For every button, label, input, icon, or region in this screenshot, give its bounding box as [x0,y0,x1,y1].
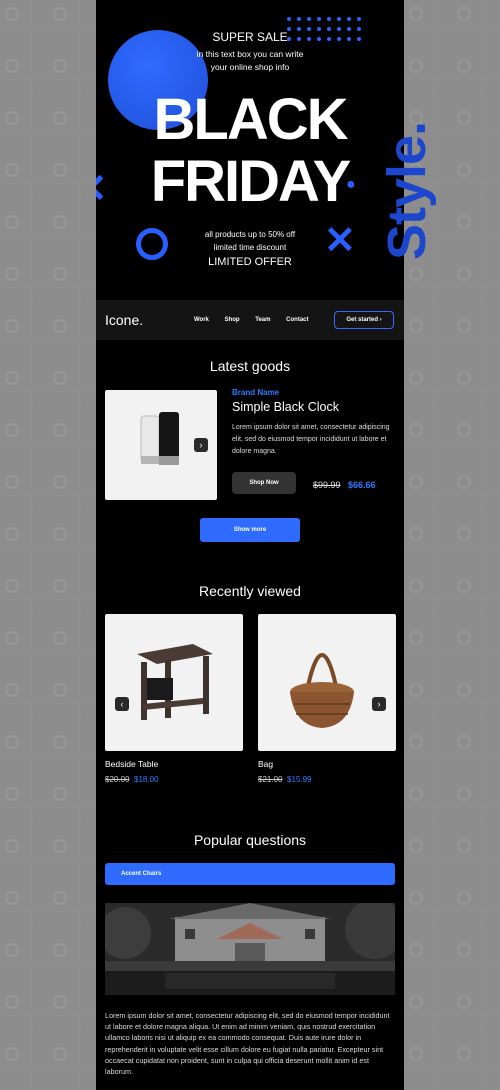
show-more-button[interactable]: Show more [200,518,300,542]
shop-info-line: in this text box you can write [196,49,304,59]
latest-goods-title: Latest goods [209,358,291,374]
shop-now-button[interactable]: Shop Now [232,472,296,494]
faq-answer-text: Lorem ipsum dolor sit amet, consectetur … [105,1011,390,1077]
basket-illustration [290,653,354,728]
shop-info-line: your online shop info [210,62,290,72]
nav-link-shop[interactable]: Shop [225,317,240,323]
headline-friday: FRIDAY [150,149,352,214]
accordion-header-accent-chairs[interactable]: Accent Chairs [105,863,395,885]
recent-item-old-price: $20.00 [105,775,130,784]
offer-line: limited time discount [213,243,287,252]
nav-link-contact[interactable]: Contact [286,317,308,323]
old-price: $99.99 [313,480,341,490]
house-photo [105,903,395,995]
new-price: $66.66 [348,480,376,490]
product-name: Simple Black Clock [232,400,339,414]
offer-text: all products up to 50% off limited time … [96,228,404,254]
email-column: ✕ ✕ ● SUPER SALE in this text box you ca… [96,0,437,1090]
nav-links: Work Shop Team Contact [194,317,323,323]
doodle-pattern-left [0,0,96,1090]
recent-item-new-price: $15.99 [287,775,312,784]
arrow-right-icon[interactable]: › [372,697,386,711]
hero-banner: ✕ ✕ ● SUPER SALE in this text box you ca… [96,0,404,300]
popular-questions-title: Popular questions [193,832,307,848]
get-started-button[interactable]: Get started › [334,311,394,329]
brand-name-label: Brand Name [232,388,280,397]
limited-offer-label: LIMITED OFFER [208,256,292,268]
offer-line: all products up to 50% off [204,230,296,239]
arrow-left-icon[interactable]: ‹ [115,697,129,711]
clock-product-image[interactable]: › [105,390,217,500]
style-side-word: Style. [377,121,437,260]
recent-item-name[interactable]: Bedside Table [105,759,158,769]
house-illustration [105,903,395,995]
recent-item-old-price: $21.00 [258,775,283,784]
top-navigation: Icone. Work Shop Team Contact Get starte… [96,300,404,340]
shop-info-text: in this text box you can write your onli… [96,48,404,74]
nav-link-team[interactable]: Team [255,317,270,323]
bedside-table-illustration [137,644,213,720]
recently-viewed-title: Recently viewed [199,583,301,599]
recent-item-new-price: $18.00 [134,775,159,784]
recent-item-name[interactable]: Bag [258,759,273,769]
nav-link-work[interactable]: Work [194,317,209,323]
super-sale-label: SUPER SALE [212,30,288,44]
bag-image[interactable]: › [258,614,396,751]
brand-logo[interactable]: Icone. [105,312,143,328]
headline-black: BLACK [153,87,349,152]
product-description: Lorem ipsum dolor sit amet, consectetur … [232,424,390,455]
bedside-table-image[interactable]: ‹ [105,614,243,751]
arrow-right-icon[interactable]: › [194,438,208,452]
